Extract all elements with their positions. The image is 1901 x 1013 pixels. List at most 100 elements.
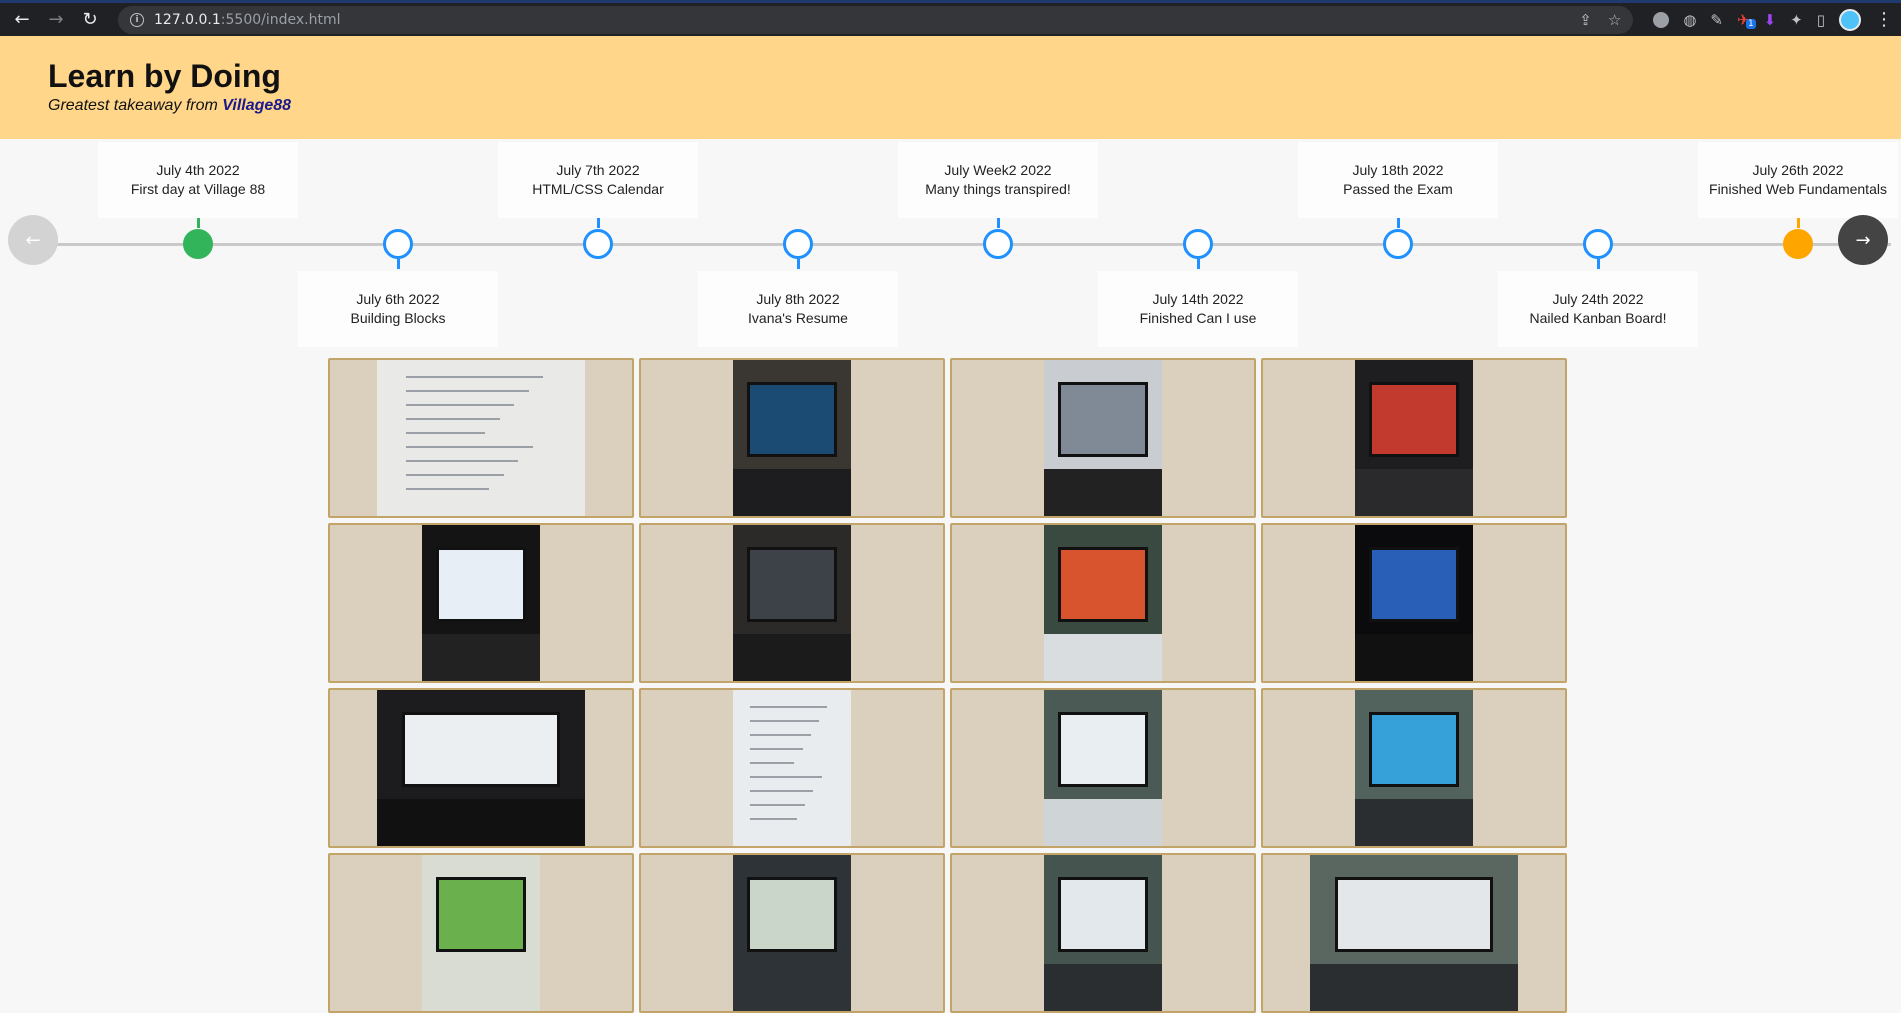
timeline-node-complete[interactable]: [183, 229, 213, 259]
timeline-event-card: July 8th 2022 Ivana's Resume: [698, 271, 898, 347]
timeline-node-pending[interactable]: [1183, 229, 1213, 259]
extension-badge-icon[interactable]: ✈ 1: [1737, 11, 1756, 29]
photo-text-line: [406, 459, 519, 462]
gallery-cell[interactable]: [1261, 688, 1567, 848]
timeline-event-title: HTML/CSS Calendar: [532, 181, 664, 197]
photo-text-line: [406, 403, 515, 406]
timeline-next-button[interactable]: →: [1838, 215, 1888, 265]
gallery-cell[interactable]: [950, 358, 1256, 518]
photo-text-line: [749, 817, 797, 820]
extensions-puzzle-icon[interactable]: ✦: [1790, 11, 1803, 29]
photo-screen: [1058, 546, 1148, 622]
timeline-event-date: July 6th 2022: [356, 291, 440, 307]
timeline-event-date: July 7th 2022: [556, 162, 640, 178]
share-icon[interactable]: ⇪: [1579, 11, 1592, 29]
gallery-cell[interactable]: [1261, 853, 1567, 1013]
gallery-photo-desk-dual-screen: [1310, 855, 1518, 1011]
photo-text-line: [406, 487, 490, 490]
photo-text-line: [749, 761, 795, 764]
timeline-node-current[interactable]: [1783, 229, 1813, 259]
address-bar[interactable]: i 127.0.0.1 :5500/index.html ⇪ ☆: [118, 5, 1634, 34]
photo-keyboard: [1044, 799, 1162, 846]
gallery-cell[interactable]: [639, 358, 945, 518]
photo-screen: [436, 546, 526, 622]
photo-text-line: [749, 789, 814, 792]
reload-icon[interactable]: ↻: [76, 6, 104, 34]
timeline-event-date: July 18th 2022: [1352, 162, 1444, 178]
timeline-event-card: July 26th 2022 Finished Web Fundamentals: [1698, 142, 1898, 218]
gallery-cell[interactable]: [1261, 523, 1567, 683]
gallery-cell[interactable]: [328, 523, 634, 683]
extension-bottle-icon[interactable]: ◍: [1683, 11, 1696, 29]
photo-keyboard: [1310, 964, 1518, 1011]
prev-arrow-icon: ←: [25, 229, 41, 251]
back-icon[interactable]: ←: [8, 6, 36, 34]
timeline-node-pending[interactable]: [783, 229, 813, 259]
timeline-node-pending[interactable]: [383, 229, 413, 259]
gallery-photo-laptop-blue-site: [1355, 525, 1473, 681]
site-info-icon[interactable]: i: [130, 12, 144, 27]
gallery-photo-laptop-calendar-page: [422, 525, 540, 681]
timeline-event-card: July Week2 2022 Many things transpired!: [898, 142, 1098, 218]
gallery-cell[interactable]: [639, 853, 945, 1013]
timeline-event-date: July 14th 2022: [1152, 291, 1244, 307]
kebab-menu-icon[interactable]: ⋮: [1875, 9, 1893, 30]
timeline-event-title: Finished Web Fundamentals: [1709, 181, 1887, 197]
url-path: :5500/index.html: [220, 11, 341, 28]
timeline-node-pending[interactable]: [583, 229, 613, 259]
gallery-cell[interactable]: [328, 688, 634, 848]
timeline-event-title: Passed the Exam: [1343, 181, 1453, 197]
photo-keyboard: [1355, 634, 1473, 681]
extensions-area: ◍ ✎ ✈ 1 ⬇ ✦ ▯ ⋮: [1653, 8, 1893, 31]
extension-download-icon[interactable]: ⬇: [1764, 11, 1777, 29]
timeline-event-card: July 4th 2022 First day at Village 88: [98, 142, 298, 218]
photo-keyboard: [733, 469, 851, 516]
forward-icon[interactable]: →: [42, 6, 70, 34]
timeline-event-title: Building Blocks: [350, 310, 446, 326]
photo-screen: [1058, 381, 1148, 457]
side-panel-icon[interactable]: ▯: [1817, 11, 1825, 29]
gallery-cell[interactable]: [950, 523, 1256, 683]
timeline-event-title: Nailed Kanban Board!: [1529, 310, 1667, 326]
site-header: Learn by Doing Greatest takeaway from Vi…: [0, 36, 1901, 139]
gallery-cell[interactable]: [639, 523, 945, 683]
bookmark-star-icon[interactable]: ☆: [1608, 11, 1621, 29]
profile-avatar[interactable]: [1839, 8, 1861, 31]
timeline-event-date: July 24th 2022: [1552, 291, 1644, 307]
gallery-photo-desk-monitor-code: [1044, 525, 1162, 681]
gallery-cell[interactable]: [328, 853, 634, 1013]
gallery-cell[interactable]: [328, 358, 634, 518]
gallery-photo-monitor-kanban-columns: [733, 855, 851, 1011]
gallery-cell[interactable]: [1261, 358, 1567, 518]
photo-keyboard: [733, 634, 851, 681]
timeline-event-title: First day at Village 88: [130, 181, 266, 197]
gallery-photo-monitor-document-edit: [377, 690, 585, 846]
gallery-cell[interactable]: [950, 688, 1256, 848]
timeline-node-pending[interactable]: [1583, 229, 1613, 259]
subtitle-text: Greatest takeaway from: [48, 97, 223, 114]
photo-text-line: [749, 747, 803, 750]
timeline-event-card: July 24th 2022 Nailed Kanban Board!: [1498, 271, 1698, 347]
gallery-cell[interactable]: [950, 853, 1256, 1013]
timeline-connector: [1797, 218, 1800, 228]
photo-text-line: [749, 803, 805, 806]
photo-screen: [401, 711, 561, 787]
photo-screen: [436, 876, 526, 952]
extension-pen-icon[interactable]: ✎: [1710, 11, 1723, 29]
extension-shield-icon[interactable]: [1653, 11, 1670, 28]
gallery-photo-laptop-zoom-grid: [733, 525, 851, 681]
timeline-prev-button[interactable]: ←: [8, 215, 58, 265]
photo-screen: [1334, 876, 1494, 952]
timeline-event-card: July 14th 2022 Finished Can I use: [1098, 271, 1298, 347]
gallery-cell[interactable]: [639, 688, 945, 848]
village88-link[interactable]: Village88: [222, 97, 291, 114]
gallery-photo-monitor-colorful-site: [1355, 690, 1473, 846]
timeline-node-pending[interactable]: [1383, 229, 1413, 259]
photo-text-line: [406, 445, 533, 448]
timeline-node-pending[interactable]: [983, 229, 1013, 259]
photo-screen: [747, 381, 837, 457]
timeline-connector: [197, 218, 200, 228]
timeline-event-title: Finished Can I use: [1139, 310, 1257, 326]
photo-gallery: [328, 358, 1567, 1013]
gallery-photo-handwritten-sketch-notebook: [377, 360, 585, 516]
